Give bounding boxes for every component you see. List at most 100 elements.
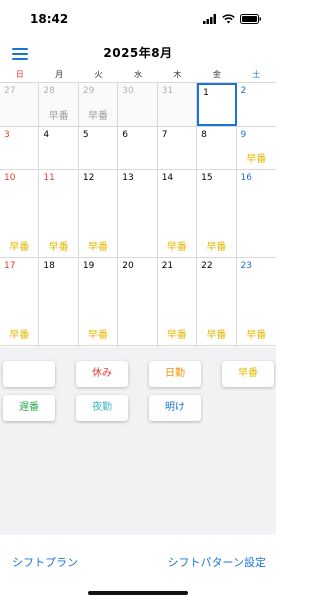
shift-label: 早番 [88, 242, 109, 253]
calendar-day-cell[interactable]: 28 早番 [39, 83, 79, 126]
calendar-week-row: 3 4 5 6 7 8 9 早番 [0, 126, 276, 170]
day-number: 17 [4, 261, 16, 271]
weekday-mon: 月 [55, 70, 64, 79]
calendar-day-cell[interactable]: 20 [118, 258, 158, 345]
calendar-week-row: 17 早番 18 19 早番 20 21 早番 22 早番 23 早番 [0, 258, 276, 346]
shift-label: 早番 [88, 330, 109, 341]
day-number: 18 [43, 261, 55, 271]
calendar-day-cell[interactable]: 29 早番 [78, 83, 119, 126]
weekday-wed: 水 [133, 70, 142, 79]
month-title: 2025年8月 [103, 46, 173, 60]
calendar-day-cell[interactable]: 3 [0, 126, 40, 169]
shift-label: 早番 [206, 242, 227, 253]
weekday-sat: 土 [252, 70, 261, 79]
calendar-day-cell[interactable]: 17 早番 [0, 258, 40, 345]
calendar-day-cell[interactable]: 21 早番 [158, 258, 198, 345]
day-number: 27 [4, 86, 16, 96]
shift-button-panel: 休み 日勤 早番 遅番 夜勤 明け [0, 347, 276, 535]
day-number: 16 [240, 173, 252, 183]
calendar-week-row: 10 早番 11 早番 12 早番 13 14 早番 15 早番 16 [0, 170, 276, 258]
calendar-day-cell[interactable]: 8 [197, 126, 237, 169]
day-number: 7 [161, 129, 168, 140]
off-shift-button[interactable]: 休み [76, 361, 128, 387]
day-number: 8 [201, 129, 207, 140]
day-number: 31 [161, 86, 174, 96]
day-number: 12 [82, 173, 95, 183]
calendar-day-cell[interactable]: 15 早番 [197, 170, 237, 257]
late-shift-button[interactable]: 遅番 [3, 395, 55, 421]
shift-pattern-settings-link[interactable]: シフトパターン設定 [168, 554, 266, 570]
status-time: 18:42 [30, 12, 69, 26]
day-number: 20 [122, 261, 134, 271]
shift-label: 早番 [166, 242, 187, 253]
battery-icon [240, 14, 261, 24]
day-number: 6 [122, 129, 128, 140]
calendar-day-cell-selected[interactable]: 1 [197, 83, 237, 126]
day-number: 10 [4, 173, 16, 183]
calendar-week-row: 27 28 早番 29 早番 30 31 1 2 [0, 83, 276, 127]
calendar-day-cell[interactable]: 2 [237, 83, 276, 126]
shift-label: 早番 [9, 242, 30, 253]
wifi-icon [222, 14, 235, 24]
weekday-thu: 木 [173, 70, 182, 79]
day-number: 28 [43, 86, 55, 96]
calendar-day-cell[interactable]: 11 早番 [39, 170, 79, 257]
calendar-grid: 27 28 早番 29 早番 30 31 1 2 3 4 5 6 7 8 9 早番 10 早番 11 早番 12 早番 13 1… [0, 82, 276, 433]
calendar-header: 2025年8月 [0, 40, 276, 66]
shift-label: 早番 [206, 330, 227, 341]
calendar-day-cell[interactable]: 23 早番 [237, 258, 276, 345]
day-number: 2 [240, 86, 247, 96]
shift-label: 早番 [48, 242, 69, 253]
day-shift-button[interactable]: 日勤 [149, 361, 201, 387]
weekday-sun: 日 [15, 70, 24, 79]
calendar-day-cell[interactable]: 10 早番 [0, 170, 40, 257]
weekday-header: 日 月 火 水 木 金 土 [0, 68, 276, 82]
day-number: 21 [161, 261, 174, 271]
calendar-day-cell[interactable]: 16 [237, 170, 276, 257]
calendar-day-cell[interactable]: 7 [158, 126, 198, 169]
calendar-day-cell[interactable]: 30 [118, 83, 158, 126]
shift-label: 早番 [246, 330, 267, 341]
day-number: 4 [43, 129, 50, 140]
day-number: 29 [82, 86, 95, 96]
shift-plan-link[interactable]: シフトプラン [12, 554, 78, 570]
weekday-tue: 火 [94, 70, 103, 79]
shift-label: 早番 [246, 154, 267, 165]
calendar-day-cell[interactable]: 9 早番 [237, 127, 276, 170]
after-night-shift-button[interactable]: 明け [149, 395, 201, 421]
status-icons [203, 14, 262, 24]
day-number: 3 [4, 129, 10, 140]
calendar-day-cell[interactable]: 4 [39, 126, 79, 169]
calendar-day-cell[interactable]: 22 早番 [197, 258, 237, 345]
day-number: 9 [240, 129, 247, 140]
calendar-day-cell[interactable]: 12 早番 [79, 170, 119, 257]
day-number: 19 [82, 261, 95, 271]
blank-shift-button[interactable] [3, 361, 55, 387]
day-number: 5 [82, 129, 89, 140]
day-number: 15 [201, 173, 213, 183]
calendar-day-cell[interactable]: 27 [0, 83, 40, 126]
early-shift-button[interactable]: 早番 [222, 361, 274, 387]
calendar-day-cell[interactable]: 5 [79, 126, 119, 169]
home-indicator [88, 591, 188, 595]
night-shift-button[interactable]: 夜勤 [76, 395, 128, 421]
calendar-day-cell[interactable]: 6 [118, 126, 158, 169]
calendar-day-cell[interactable]: 31 [157, 83, 198, 126]
calendar-day-cell[interactable]: 14 早番 [158, 170, 198, 257]
status-bar: 18:42 [0, 0, 276, 40]
shift-label: 早番 [48, 110, 69, 122]
day-number: 23 [240, 261, 252, 271]
day-number: 14 [161, 173, 174, 183]
weekday-fri: 金 [212, 70, 221, 79]
signal-icon [203, 14, 216, 24]
calendar-day-cell[interactable]: 19 早番 [79, 258, 119, 345]
shift-label: 早番 [166, 330, 187, 341]
day-number: 11 [43, 173, 55, 183]
shift-label: 早番 [9, 330, 30, 341]
day-number: 13 [122, 173, 134, 183]
calendar-day-cell[interactable]: 18 [39, 258, 79, 345]
calendar-day-cell[interactable]: 13 [118, 170, 158, 257]
day-number: 1 [203, 88, 209, 98]
day-number: 30 [122, 86, 134, 96]
day-number: 22 [201, 261, 213, 271]
